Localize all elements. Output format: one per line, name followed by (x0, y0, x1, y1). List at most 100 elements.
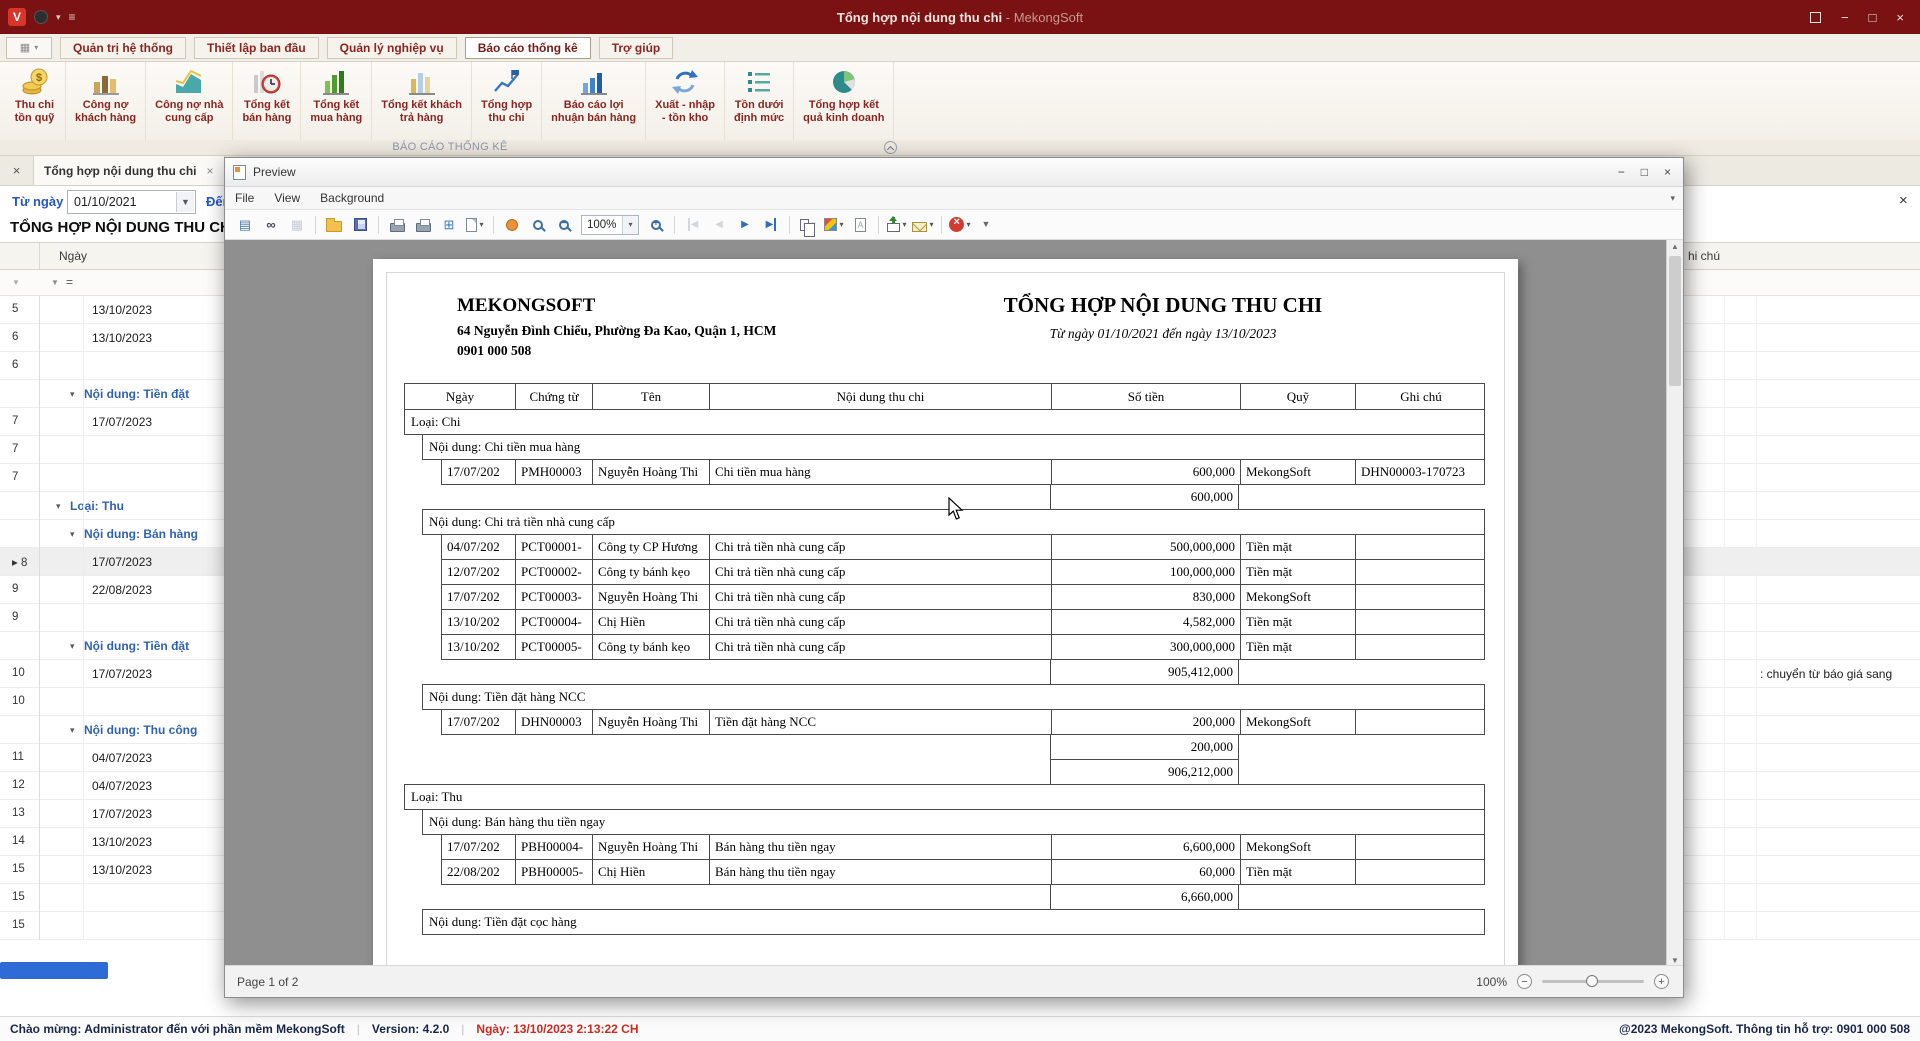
row-date: 13/10/2023 (92, 331, 152, 345)
last-page-icon[interactable]: ▶ (759, 213, 783, 237)
ribbon-button[interactable]: Tồn dướiđịnh mức (725, 62, 794, 140)
row-date: 04/07/2023 (92, 751, 152, 765)
column-header-date[interactable]: Ngày (59, 249, 87, 263)
toolbar-overflow-icon[interactable]: ▼ (974, 213, 998, 237)
zoom-out-button[interactable]: − (1517, 974, 1532, 989)
page-color-icon[interactable]: ▾ (822, 213, 846, 237)
ribbon-button[interactable]: Tổng hợpthu chi (472, 62, 542, 140)
report-row: 22/08/202PBH00005-Chị HiềnBán hàng thu t… (441, 859, 1485, 885)
ribbon-tab[interactable]: Quản lý nghiệp vụ (327, 37, 457, 59)
row-indicator: 15 (12, 891, 25, 903)
grid-hscrollbar-thumb[interactable] (0, 962, 108, 979)
preview-vscrollbar[interactable]: ▲ ▼ (1666, 240, 1683, 967)
group-label: Nội dung: Thu công (84, 723, 197, 737)
row-date: 17/07/2023 (92, 807, 152, 821)
quick-access-icon[interactable] (34, 10, 48, 24)
close-button[interactable]: × (1896, 11, 1904, 24)
report-cell: PCT00002- (515, 560, 592, 584)
column-header-note[interactable]: hi chú (1688, 249, 1720, 263)
menu-item[interactable]: Background (310, 191, 394, 205)
page-scale-icon[interactable]: ⊞ (437, 213, 461, 237)
scrollbar-thumb[interactable] (1669, 256, 1681, 386)
close-preview-icon[interactable]: ▾ (948, 213, 972, 237)
ribbon-button[interactable]: Tổng kếtmua hàng (301, 62, 372, 140)
scroll-up-icon[interactable]: ▲ (1667, 242, 1683, 251)
print-icon[interactable] (385, 213, 409, 237)
report-cell: Nguyễn Hoàng Thi (592, 710, 709, 734)
ribbon-button[interactable]: Tổng kếtbán hàng (233, 62, 301, 140)
maximize-button[interactable]: □ (1869, 11, 1877, 24)
minimize-button[interactable]: − (1841, 11, 1849, 24)
ribbon-button[interactable]: Tổng hợp kếtquả kinh doanh (794, 62, 894, 140)
customize-toolbar-icon[interactable]: ≡ (69, 10, 76, 24)
ribbon-tab[interactable]: Thiết lập ban đầu (194, 37, 319, 59)
row-indicator: 7 (12, 471, 18, 483)
ribbon-collapse-icon[interactable] (884, 141, 897, 154)
chevron-down-icon[interactable]: ▾ (56, 12, 61, 23)
preview-minimize-button[interactable]: − (1618, 165, 1625, 179)
report-cell: Tiền mặt (1240, 635, 1355, 659)
close-tab-icon[interactable]: × (207, 164, 214, 178)
zoom-level-combo[interactable]: 100%▾ (581, 215, 639, 235)
filter-funnel-icon[interactable]: ▼ (51, 278, 59, 287)
collapse-icon[interactable]: ▾ (70, 529, 75, 540)
preview-close-button[interactable]: × (1664, 165, 1671, 179)
collapse-icon[interactable]: ▾ (70, 725, 75, 736)
menubar-chevron-icon[interactable]: ▾ (1670, 193, 1683, 204)
scroll-down-icon[interactable]: ▼ (1667, 956, 1683, 965)
zoom-in-button[interactable]: + (1654, 974, 1669, 989)
group-label: Nội dung: Tiền đặt (84, 387, 189, 401)
titlebar: V ▾ ≡ Tổng hợp nội dung thu chi - Mekong… (0, 0, 1920, 34)
ribbon-button[interactable]: Xuất - nhập- tồn kho (646, 62, 725, 140)
ribbon-button[interactable]: Báo cáo lợinhuận bán hàng (542, 62, 646, 140)
ribbon-button[interactable]: Tổng kết kháchtrả hàng (372, 62, 472, 140)
next-page-icon[interactable]: ▶ (733, 213, 757, 237)
from-date-input[interactable]: 01/10/2021 ▼ (67, 190, 196, 214)
close-all-tabs-icon[interactable]: × (0, 156, 34, 185)
panel-close-icon[interactable]: × (1899, 192, 1908, 209)
app-menu-button[interactable]: ▦▾ (6, 37, 52, 59)
page-setup-icon[interactable]: ▾ (463, 213, 487, 237)
filter-operator[interactable]: = (66, 275, 73, 289)
zoom-in-icon[interactable] (644, 213, 668, 237)
from-date-value: 01/10/2021 (74, 195, 137, 209)
save-icon[interactable] (348, 213, 372, 237)
ribbon-button[interactable]: $Thu chitồn quỹ (4, 62, 66, 140)
zoom-out-icon[interactable] (552, 213, 576, 237)
fullscreen-icon[interactable] (1810, 12, 1821, 23)
quick-print-icon[interactable] (411, 213, 435, 237)
document-map-icon[interactable]: ▤ (233, 213, 257, 237)
email-icon[interactable]: ▾ (911, 213, 935, 237)
preview-titlebar[interactable]: Preview − □ × (225, 158, 1683, 187)
ribbon-tab[interactable]: Báo cáo thống kê (465, 37, 591, 59)
ribbon-button[interactable]: Công nợkhách hàng (66, 62, 146, 140)
ribbon-button[interactable]: Công nợ nhàcung cấp (146, 62, 233, 140)
collapse-icon[interactable]: ▾ (70, 641, 75, 652)
report-column-header: Quỹ (1240, 384, 1355, 409)
report-table: NgàyChứng từTênNội dung thu chiSố tiềnQu… (404, 383, 1485, 935)
collapse-icon[interactable]: ▾ (56, 501, 61, 512)
ribbon-tab[interactable]: Trợ giúp (599, 37, 674, 59)
ribbon-tab[interactable]: Quản trị hệ thống (60, 37, 186, 59)
report-subtotal-cell: 905,412,000 (1050, 659, 1239, 685)
report-cell: 100,000,000 (1051, 560, 1240, 584)
magnifier-icon[interactable] (526, 213, 550, 237)
zoom-slider-thumb[interactable] (1586, 975, 1598, 987)
export-icon[interactable]: ▾ (885, 213, 909, 237)
chevron-down-icon: ▾ (929, 220, 933, 229)
report-cell: 13/10/202 (442, 610, 515, 634)
calendar-dropdown-icon[interactable]: ▼ (176, 192, 194, 212)
menu-item[interactable]: File (225, 191, 264, 205)
hand-tool-icon[interactable] (500, 213, 524, 237)
watermark-icon[interactable] (848, 213, 872, 237)
multipage-icon[interactable]: ▾ (796, 213, 820, 237)
open-folder-icon[interactable] (322, 213, 346, 237)
menu-item[interactable]: View (264, 191, 310, 205)
collapse-icon[interactable]: ▾ (70, 389, 75, 400)
zoom-slider[interactable] (1542, 980, 1644, 983)
document-tab[interactable]: Tổng hợp nội dung thu chi × (34, 156, 225, 185)
row-date: 17/07/2023 (92, 555, 152, 569)
search-icon[interactable]: ∞ (259, 213, 283, 237)
preview-maximize-button[interactable]: □ (1641, 165, 1648, 179)
row-indicator: 10 (12, 695, 25, 707)
